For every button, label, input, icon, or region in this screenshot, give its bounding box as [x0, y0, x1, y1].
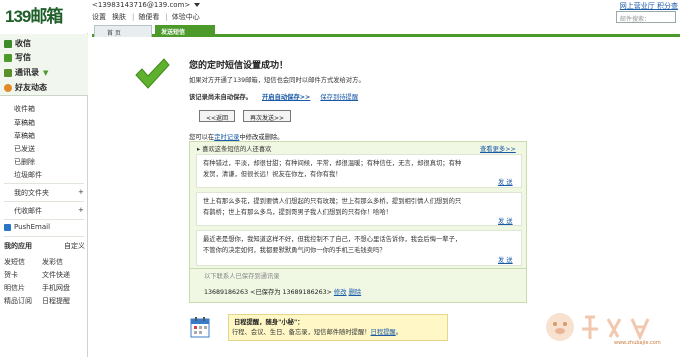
inbox-icon — [4, 39, 12, 48]
divider — [4, 236, 84, 237]
reminder-title: 日程提醒，随身"小秘"： — [234, 319, 304, 326]
pushemail-link[interactable]: PushEmail — [4, 223, 50, 231]
calendar-icon — [190, 317, 210, 338]
message-text: 世上有那么多花，提到要情人们想起的只有玫瑰；世上有那么多桥，提到相引情人们想到的… — [203, 198, 462, 216]
app-postcard[interactable]: 明信片 — [4, 283, 25, 293]
watermark-url: www.zhubajie.com — [614, 340, 661, 346]
view-more-link[interactable]: 查看更多>> — [480, 144, 516, 153]
divider: | — [132, 13, 135, 21]
my-apps-heading: 我的应用 — [4, 242, 32, 250]
mail-search-input[interactable]: 邮件搜索： — [616, 11, 676, 23]
reminder-suffix: 。 — [395, 329, 403, 336]
saved-contact-row: 13689186263 <已保存为 13689186263> 修改 删除 — [204, 287, 361, 296]
delete-contact-link[interactable]: 删除 — [349, 289, 362, 296]
proxy-mail[interactable]: 代收邮件 — [14, 206, 42, 216]
message-card: 有种错过，平淡，却很甘甜；有种间候，平常，却很温暖；有种信任，无言，却很真切；有… — [196, 154, 522, 188]
settings-link[interactable]: 设置 — [92, 13, 106, 21]
modify-hint-suffix: 中修改或删除。 — [239, 134, 284, 141]
experience-center-link[interactable]: 体验中心 — [172, 13, 200, 21]
schedule-reminder-link[interactable]: 日程提醒 — [371, 329, 396, 336]
app-greeting-card[interactable]: 贺卡 — [4, 270, 18, 280]
app-sms[interactable]: 发短信 — [4, 257, 25, 267]
back-button[interactable]: <<返回 — [199, 110, 236, 122]
sidebar-item-inbox[interactable]: 收信 — [4, 38, 31, 49]
sidebar-item-contacts[interactable]: 通讯录 ▼ — [4, 67, 48, 78]
divider — [4, 201, 84, 202]
modify-hint: 您可以在定时记录中修改或删除。 — [189, 132, 283, 141]
app-file-express[interactable]: 文件快递 — [42, 270, 70, 280]
browse-link[interactable]: 随便看 — [138, 13, 159, 21]
app-mms[interactable]: 发彩信 — [42, 257, 63, 267]
description-text: 如果对方开通了139邮箱，短信也会同时以邮件方式发给对方。 — [189, 77, 365, 84]
customize-link[interactable]: 自定义 — [64, 241, 85, 251]
points-link[interactable]: 积分查 — [657, 2, 678, 10]
account-address: <13983143716@139.com> — [92, 1, 191, 9]
sidebar-item-compose[interactable]: 写信 — [4, 52, 31, 63]
not-saved-text: 该记录尚未自动保存。 — [189, 94, 252, 101]
reminder-description: 行程、会议、生日、备忘录，短信邮件随时提醒！ — [232, 329, 371, 336]
sidebar-item-friends[interactable]: 好友动态 — [4, 82, 47, 93]
sidebar-item-label: 收信 — [15, 39, 31, 48]
sidebar-item-label: 好友动态 — [15, 83, 47, 92]
save-status-line: 该记录尚未自动保存。 开启自动保存>> 保存到待提醒 — [189, 92, 358, 101]
folder-drafts[interactable]: 草稿箱 — [14, 118, 35, 128]
compose-icon — [4, 53, 12, 62]
app-mobile-disk[interactable]: 手机网盘 — [42, 283, 70, 293]
send-again-button[interactable]: 再次发送>> — [243, 110, 292, 122]
scheduled-records-link[interactable]: 定时记录 — [214, 134, 239, 141]
saved-contacts-label: 以下联系人已保存到通讯录 — [204, 273, 280, 280]
online-hall-link[interactable]: 网上营业厅 — [620, 2, 655, 10]
message-text: 有种错过，平淡，却很甘甜；有种间候，平常，却很温暖；有种信任，无言，却很真切；有… — [203, 160, 462, 178]
add-proxy-button[interactable]: + — [78, 206, 84, 214]
sidebar-item-label: 通讯录 — [15, 68, 39, 77]
success-check-icon — [135, 58, 170, 89]
folder-deleted[interactable]: 已删除 — [14, 157, 35, 167]
chevron-down-icon[interactable]: ▼ — [43, 69, 48, 77]
my-folders[interactable]: 我的文件夹 — [14, 188, 49, 198]
chevron-down-icon — [194, 3, 201, 7]
message-card: 最近老是想你，我知道这样不好，但我控制不了自己，不想心里话告诉你，我会后悔一辈子… — [196, 230, 522, 266]
pushemail-label: PushEmail — [14, 223, 51, 231]
page-title: 您的定时短信设置成功！ — [189, 61, 289, 71]
friends-icon — [4, 83, 12, 92]
reminder-text: 行程、会议、生日、备忘录，短信邮件随时提醒！日程提醒。 — [232, 327, 402, 336]
divider — [4, 183, 84, 184]
enable-autosave-link[interactable]: 开启自动保存>> — [262, 94, 310, 101]
message-text: 最近老是想你，我知道这样不好，但我控制不了自己，不想心里话告诉你，我会后悔一辈子… — [203, 236, 462, 254]
divider — [4, 219, 84, 220]
tab-home[interactable]: 首 页 — [94, 25, 152, 37]
logo[interactable]: 139邮箱 — [5, 2, 63, 27]
divider: | — [165, 13, 168, 21]
send-message-button[interactable]: 发 送 — [498, 177, 513, 186]
add-folder-button[interactable]: + — [78, 188, 84, 196]
app-schedule-reminder[interactable]: 日程提醒 — [42, 296, 70, 306]
account-selector[interactable]: <13983143716@139.com> — [92, 1, 201, 9]
sidebar-item-label: 写信 — [15, 53, 31, 62]
top-links: 设置 换肤 | 随便看 | 体验中心 — [92, 12, 206, 22]
suggestions-heading: ▸ 喜欢这条短信的人还喜欢 — [197, 146, 272, 153]
modify-hint-prefix: 您可以在 — [189, 134, 215, 141]
saved-contact-number: 13689186263 <已保存为 13689186263> — [204, 289, 332, 296]
send-message-button[interactable]: 发 送 — [498, 216, 513, 225]
tab-send-sms[interactable]: 发送短信 — [155, 25, 215, 37]
folder-drafts-2[interactable]: 草稿箱 — [14, 131, 35, 141]
edit-contact-link[interactable]: 修改 — [334, 289, 347, 296]
online-service-links[interactable]: 网上营业厅 积分查 — [620, 1, 678, 11]
send-message-button[interactable]: 发 送 — [498, 255, 513, 264]
folder-sent[interactable]: 已发送 — [14, 144, 35, 154]
app-subscription[interactable]: 精品订阅 — [4, 296, 32, 306]
pushemail-icon — [4, 223, 11, 231]
folder-inbox[interactable]: 收件箱 — [14, 104, 35, 114]
save-to-reminder-link[interactable]: 保存到待提醒 — [320, 94, 358, 101]
message-card: 世上有那么多花，提到要情人们想起的只有玫瑰；世上有那么多桥，提到相引情人们想到的… — [196, 192, 522, 226]
contacts-icon — [4, 68, 12, 77]
folder-spam[interactable]: 垃圾邮件 — [14, 170, 42, 180]
skin-link[interactable]: 换肤 — [112, 13, 126, 21]
